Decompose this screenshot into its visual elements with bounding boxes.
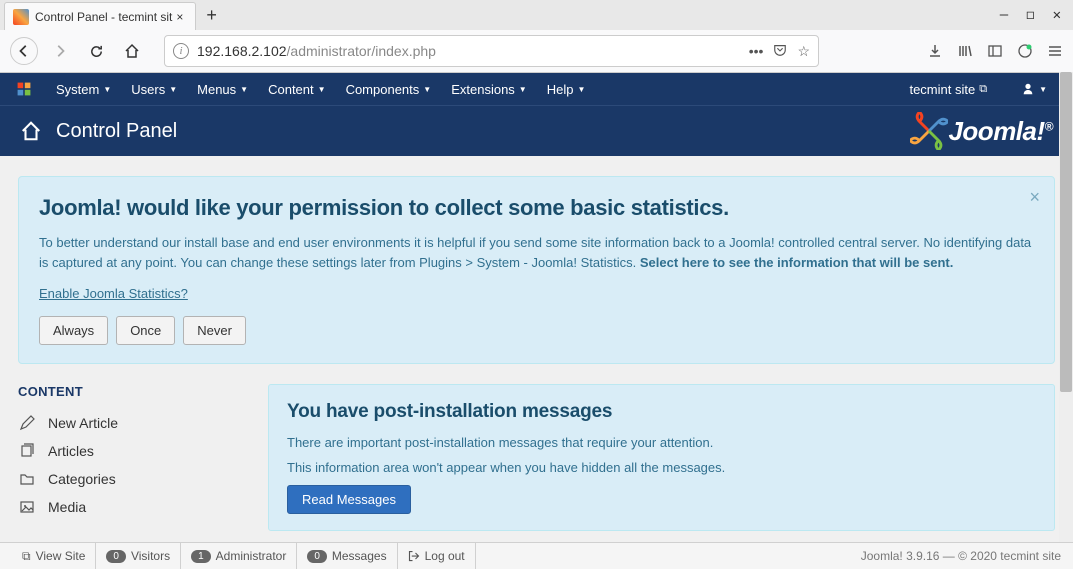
caret-down-icon: ▼ [423, 85, 431, 94]
menu-users[interactable]: Users ▼ [121, 82, 187, 97]
home-button[interactable] [118, 37, 146, 65]
site-link[interactable]: tecmint site ⧉ [899, 82, 997, 97]
external-icon: ⧉ [22, 549, 31, 564]
admin-menu: System ▼Users ▼Menus ▼Content ▼Component… [0, 73, 1073, 105]
page-title: Control Panel [56, 120, 177, 143]
external-link-icon: ⧉ [979, 83, 987, 96]
menu-help[interactable]: Help ▼ [537, 82, 596, 97]
user-menu[interactable]: ▼ [1011, 82, 1057, 96]
title-bar: Control Panel Joomla!® [0, 105, 1073, 156]
content-area: × Joomla! would like your permission to … [0, 156, 1073, 542]
always-button[interactable]: Always [39, 316, 108, 345]
stack-icon [18, 443, 36, 459]
post-install-line2: This information area won't appear when … [287, 460, 1036, 475]
read-messages-button[interactable]: Read Messages [287, 485, 411, 514]
once-button[interactable]: Once [116, 316, 175, 345]
menu-content[interactable]: Content ▼ [258, 82, 335, 97]
alert-title: Joomla! would like your permission to co… [39, 195, 1034, 221]
forward-button [46, 37, 74, 65]
alert-close-button[interactable]: × [1029, 187, 1040, 208]
caret-down-icon: ▼ [519, 85, 527, 94]
caret-down-icon: ▼ [577, 85, 585, 94]
image-icon [18, 499, 36, 515]
quick-link-label: Articles [48, 443, 94, 459]
home-icon [20, 120, 42, 142]
info-icon[interactable]: i [173, 43, 189, 59]
reload-button[interactable] [82, 37, 110, 65]
never-button[interactable]: Never [183, 316, 246, 345]
status-bar: ⧉ View Site 0 Visitors 1 Administrator 0… [0, 542, 1073, 569]
post-install-message-box: You have post-installation messages Ther… [268, 384, 1055, 531]
menu-system[interactable]: System ▼ [46, 82, 121, 97]
quick-link-label: Media [48, 499, 86, 515]
alert-body: To better understand our install base an… [39, 233, 1034, 272]
quick-link-label: New Article [48, 415, 118, 431]
scroll-thumb[interactable] [1060, 72, 1072, 392]
menu-icon[interactable] [1047, 43, 1063, 59]
visitors-status[interactable]: 0 Visitors [96, 543, 181, 569]
back-button[interactable] [10, 37, 38, 65]
library-icon[interactable] [957, 43, 973, 59]
url-text: 192.168.2.102/administrator/index.php [197, 43, 436, 59]
tab-title: Control Panel - tecmint sit [35, 10, 172, 24]
menu-menus[interactable]: Menus ▼ [187, 82, 258, 97]
admin-status[interactable]: 1 Administrator [181, 543, 297, 569]
caret-down-icon: ▼ [169, 85, 177, 94]
url-bar[interactable]: i 192.168.2.102/administrator/index.php … [164, 35, 819, 67]
post-install-title: You have post-installation messages [287, 401, 1036, 423]
pencil-icon [18, 415, 36, 431]
favicon-icon [13, 9, 29, 25]
view-site-link[interactable]: ⧉ View Site [12, 543, 96, 569]
joomla-icon[interactable] [16, 81, 32, 97]
pocket-icon[interactable] [773, 43, 787, 60]
menu-components[interactable]: Components ▼ [336, 82, 442, 97]
folder-icon [18, 471, 36, 487]
logout-link[interactable]: Log out [398, 543, 476, 569]
quick-link-media[interactable]: Media [18, 493, 250, 521]
messages-status[interactable]: 0 Messages [297, 543, 397, 569]
statistics-alert: × Joomla! would like your permission to … [18, 176, 1055, 364]
new-tab-button[interactable]: + [196, 5, 227, 26]
sidebar-icon[interactable] [987, 43, 1003, 59]
footer-text: Joomla! 3.9.16 — © 2020 tecmint site [861, 549, 1061, 563]
quick-link-new-article[interactable]: New Article [18, 409, 250, 437]
more-icon[interactable]: ••• [749, 43, 764, 60]
content-heading: CONTENT [18, 384, 250, 399]
tab-bar: Control Panel - tecmint sit × + — ◻ ✕ [0, 0, 1073, 30]
quick-link-articles[interactable]: Articles [18, 437, 250, 465]
account-icon[interactable] [1017, 43, 1033, 59]
caret-down-icon: ▼ [240, 85, 248, 94]
browser-chrome: Control Panel - tecmint sit × + — ◻ ✕ i … [0, 0, 1073, 73]
maximize-button[interactable]: ◻ [1026, 7, 1034, 23]
vertical-scrollbar[interactable] [1059, 72, 1073, 542]
browser-tab[interactable]: Control Panel - tecmint sit × [4, 2, 196, 30]
quick-link-label: Categories [48, 471, 116, 487]
quick-link-categories[interactable]: Categories [18, 465, 250, 493]
minimize-button[interactable]: — [1000, 7, 1008, 23]
bookmark-icon[interactable]: ☆ [797, 43, 810, 60]
logout-icon [408, 550, 420, 562]
enable-statistics-link[interactable]: Enable Joomla Statistics? [39, 286, 188, 301]
quick-links-panel: CONTENT New Article Articles Categories Med… [18, 384, 250, 531]
caret-down-icon: ▼ [318, 85, 326, 94]
download-icon[interactable] [927, 43, 943, 59]
close-window-button[interactable]: ✕ [1053, 7, 1061, 23]
post-install-line1: There are important post-installation me… [287, 435, 1036, 450]
menu-extensions[interactable]: Extensions ▼ [441, 82, 537, 97]
caret-down-icon: ▼ [103, 85, 111, 94]
joomla-logo: Joomla!® [910, 112, 1053, 150]
window-controls: — ◻ ✕ [1000, 7, 1073, 23]
tab-close-icon[interactable]: × [172, 10, 187, 24]
nav-bar: i 192.168.2.102/administrator/index.php … [0, 30, 1073, 72]
